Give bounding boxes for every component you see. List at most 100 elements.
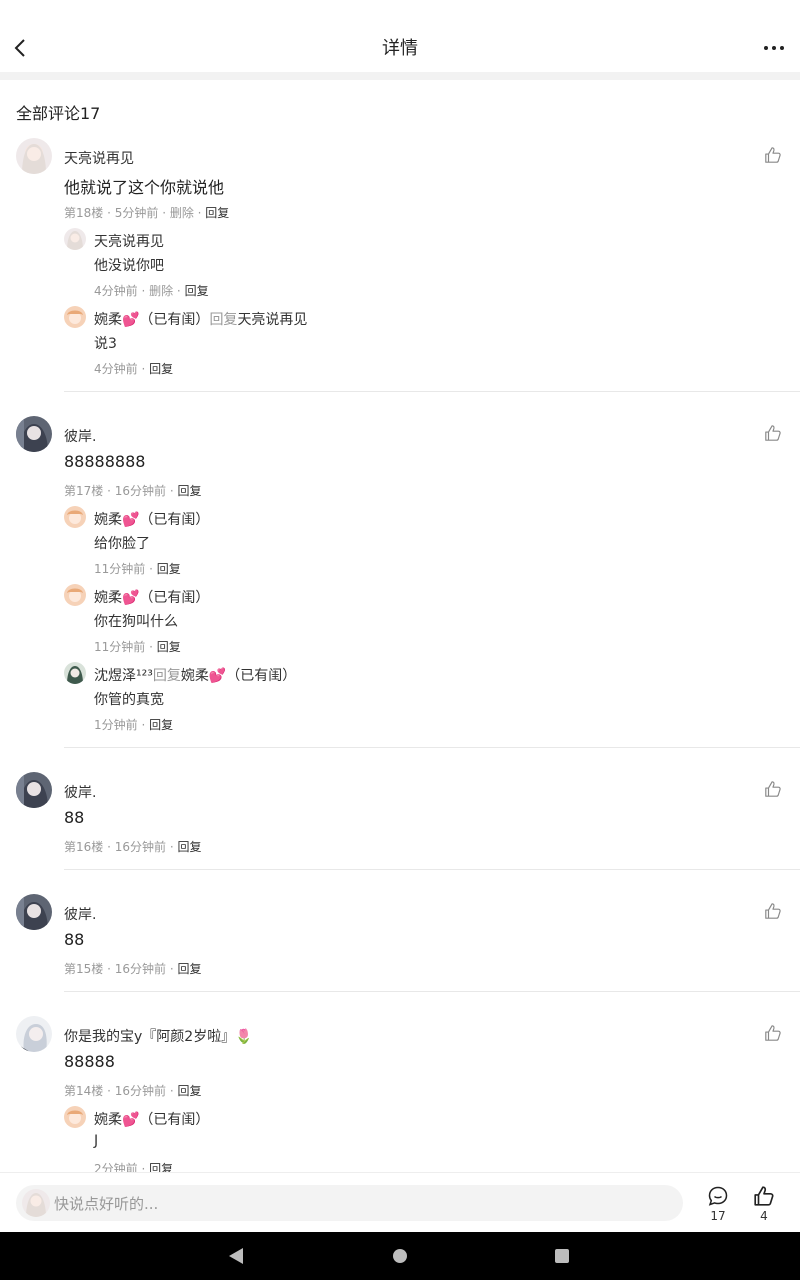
comment-divider — [64, 991, 800, 992]
comment-input[interactable]: 快说点好听的... — [16, 1185, 683, 1221]
avatar[interactable] — [16, 894, 52, 930]
comment-username[interactable]: 天亮说再见 — [64, 148, 134, 168]
comment-meta: 第14楼 · 16分钟前 · 回复 — [64, 1084, 202, 1098]
like-button[interactable] — [764, 146, 786, 168]
comment-divider — [64, 747, 800, 748]
thumbs-up-icon — [765, 1025, 781, 1041]
time-label: 2分钟前 — [94, 1162, 138, 1172]
comment-meta: 第17楼 · 16分钟前 · 回复 — [64, 484, 202, 498]
time-label: 16分钟前 — [114, 962, 167, 976]
reply-target[interactable]: 天亮说再见 — [237, 312, 307, 328]
reply-avatar[interactable] — [64, 228, 86, 250]
reply-user[interactable]: 婉柔💕（已有闺） — [94, 590, 209, 606]
comment-divider — [64, 391, 800, 392]
reply-meta: 4分钟前 · 回复 — [94, 362, 174, 376]
reply-avatar[interactable] — [64, 1106, 86, 1128]
reply-user[interactable]: 天亮说再见 — [94, 234, 164, 250]
comment-divider — [64, 869, 800, 870]
nav-back-icon[interactable] — [229, 1248, 243, 1264]
nav-recent-apps-icon[interactable] — [555, 1249, 569, 1263]
comment-input-bar: 快说点好听的... 17 4 — [0, 1172, 800, 1232]
reply-avatar[interactable] — [64, 662, 86, 684]
comment-text: 88 — [64, 930, 85, 949]
like-count: 4 — [760, 1209, 768, 1223]
reply-link[interactable]: 回复 — [149, 718, 173, 732]
comment-bubble-icon — [708, 1186, 728, 1206]
reply-avatar[interactable] — [64, 306, 86, 328]
comment-text: 88 — [64, 808, 85, 827]
delete-link[interactable]: 删除 — [149, 284, 173, 298]
time-label: 11分钟前 — [94, 562, 146, 576]
avatar[interactable] — [16, 1016, 52, 1052]
reply-avatar[interactable] — [64, 584, 86, 606]
comments-section-title: 全部评论17 — [16, 104, 101, 123]
page-title: 详情 — [382, 38, 418, 59]
avatar[interactable] — [16, 772, 52, 808]
reply-username: 天亮说再见 — [94, 231, 164, 251]
floor-label: 第14楼 — [64, 1084, 104, 1098]
reply-link[interactable]: 回复 — [149, 1162, 173, 1172]
reply-link[interactable]: 回复 — [177, 1084, 201, 1098]
like-button[interactable] — [764, 424, 786, 446]
reply-meta: 1分钟前 · 回复 — [94, 718, 174, 732]
comment-username[interactable]: 彼岸. — [64, 782, 96, 802]
header-divider — [0, 72, 800, 80]
thumbs-up-icon — [765, 903, 781, 919]
comment-username[interactable]: 彼岸. — [64, 904, 96, 924]
reply-link[interactable]: 回复 — [205, 206, 229, 220]
floor-label: 第15楼 — [64, 962, 104, 976]
reply-link[interactable]: 回复 — [157, 640, 181, 654]
reply-text: 你管的真宽 — [94, 692, 164, 708]
nav-home-icon[interactable] — [393, 1249, 407, 1263]
reply-link[interactable]: 回复 — [177, 962, 201, 976]
reply-username: 婉柔💕（已有闺） — [94, 1109, 209, 1129]
comment-meta: 第16楼 · 16分钟前 · 回复 — [64, 840, 202, 854]
reply-meta: 11分钟前 · 回复 — [94, 562, 181, 576]
reply-link[interactable]: 回复 — [185, 284, 209, 298]
time-label: 4分钟前 — [94, 362, 138, 376]
reply-user[interactable]: 沈煜泽¹²³ — [94, 668, 153, 684]
reply-link[interactable]: 回复 — [177, 840, 201, 854]
comment-count: 17 — [710, 1209, 726, 1223]
thumbs-up-icon — [765, 147, 781, 163]
comment-username[interactable]: 彼岸. — [64, 426, 96, 446]
reply-link[interactable]: 回复 — [149, 362, 173, 376]
reply-user[interactable]: 婉柔💕（已有闺） — [94, 512, 209, 528]
avatar[interactable] — [16, 138, 52, 174]
like-button[interactable] — [764, 1024, 786, 1046]
more-button[interactable] — [760, 34, 788, 62]
floor-label: 第17楼 — [64, 484, 104, 498]
comment-count-button[interactable]: 17 — [698, 1183, 738, 1227]
reply-meta: 4分钟前 · 删除 · 回复 — [94, 284, 209, 298]
thumbs-up-icon — [754, 1186, 774, 1206]
reply-text: J — [94, 1133, 99, 1149]
input-placeholder: 快说点好听的... — [54, 1195, 159, 1213]
reply-username: 婉柔💕（已有闺） — [94, 587, 209, 607]
reply-word: 回复 — [152, 668, 181, 684]
like-button[interactable] — [764, 780, 786, 802]
time-label: 1分钟前 — [94, 718, 138, 732]
time-label: 16分钟前 — [114, 484, 167, 498]
reply-avatar[interactable] — [64, 506, 86, 528]
floor-label: 第16楼 — [64, 840, 104, 854]
comment-text: 他就说了这个你就说他 — [64, 178, 225, 197]
like-count-button[interactable]: 4 — [744, 1183, 784, 1227]
time-label: 5分钟前 — [114, 206, 159, 220]
reply-word: 回复 — [209, 312, 238, 328]
comment-username[interactable]: 你是我的宝y『阿颜2岁啦』🌷 — [64, 1026, 253, 1046]
reply-link[interactable]: 回复 — [157, 562, 181, 576]
like-button[interactable] — [764, 902, 786, 924]
comment-meta: 第18楼 · 5分钟前 · 删除 · 回复 — [64, 206, 230, 220]
top-bar: 详情 — [0, 0, 800, 72]
comment-text: 88888888 — [64, 452, 146, 471]
time-label: 11分钟前 — [94, 640, 146, 654]
reply-text: 他没说你吧 — [94, 258, 164, 274]
reply-target[interactable]: 婉柔💕（已有闺） — [181, 668, 296, 684]
reply-user[interactable]: 婉柔💕（已有闺） — [94, 1112, 209, 1128]
avatar[interactable] — [16, 416, 52, 452]
reply-user[interactable]: 婉柔💕（已有闺） — [94, 312, 209, 328]
floor-label: 第18楼 — [64, 206, 104, 220]
avatar — [22, 1189, 50, 1217]
reply-link[interactable]: 回复 — [177, 484, 201, 498]
delete-link[interactable]: 删除 — [170, 206, 194, 220]
